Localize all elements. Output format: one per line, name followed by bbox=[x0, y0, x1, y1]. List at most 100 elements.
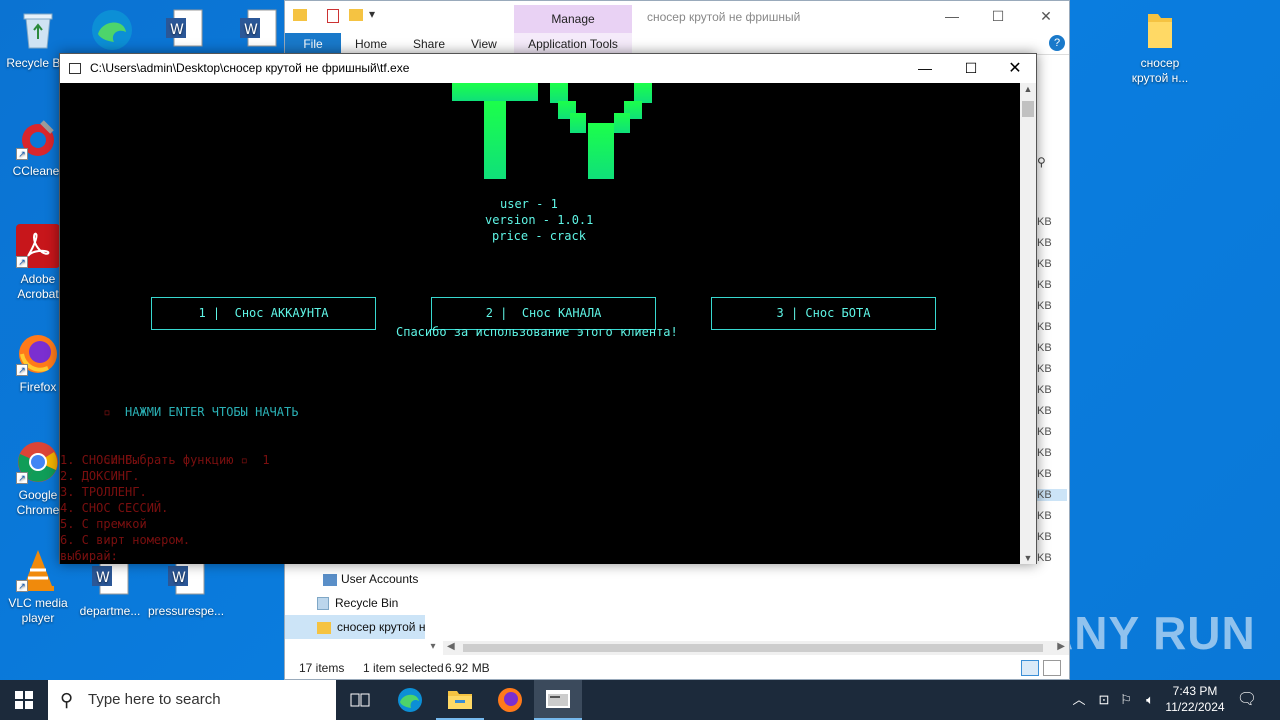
size-cell: KB bbox=[1037, 510, 1052, 522]
tab-view[interactable]: View bbox=[471, 33, 497, 55]
task-view-icon bbox=[350, 693, 370, 707]
customize-quick-access-icon[interactable]: ▾ bbox=[369, 7, 375, 21]
info-version: version - 1.0.1 bbox=[485, 213, 594, 227]
taskbar-edge[interactable] bbox=[386, 680, 434, 720]
enter-prompt: НАЖМИ ENTER ЧТОБЫ НАЧАТЬ bbox=[125, 405, 299, 419]
large-icons-view-icon[interactable] bbox=[1043, 660, 1061, 676]
size-cell: KB bbox=[1037, 552, 1052, 564]
taskbar: ⚲ Type here to search ︿ ⊡ ⚐ 🔈︎ 7:43 PM 1… bbox=[0, 680, 1280, 720]
volume-icon[interactable]: 🔈︎ bbox=[1140, 680, 1160, 720]
console-output: TY user - 1 version - 1.0.1 price - crac… bbox=[60, 83, 1021, 564]
scrollbar-thumb[interactable] bbox=[463, 644, 1043, 652]
function-option: 4. СНОС СЕССИЙ. bbox=[60, 501, 169, 515]
search-icon: ⚲ bbox=[60, 690, 74, 710]
size-cell: KB bbox=[1037, 321, 1052, 333]
size-cell: KB bbox=[1037, 237, 1052, 249]
desktop-icon-department-doc[interactable]: W departme... bbox=[72, 556, 148, 619]
help-icon[interactable]: ? bbox=[1049, 35, 1065, 51]
option-box-bot: 3 | Снос БОТА bbox=[711, 297, 936, 330]
console-close-button[interactable]: ✕ bbox=[992, 54, 1038, 83]
scroll-down-button[interactable]: ▼ bbox=[1020, 553, 1036, 563]
recycle-bin-icon bbox=[317, 597, 329, 611]
info-price: price - crack bbox=[492, 229, 586, 243]
explorer-close-button[interactable]: ✕ bbox=[1023, 1, 1069, 33]
status-size: 6.92 MB bbox=[445, 661, 490, 675]
svg-text:W: W bbox=[96, 570, 110, 586]
edge-icon bbox=[90, 8, 134, 52]
properties-icon[interactable] bbox=[327, 9, 339, 23]
nav-item-user-accounts[interactable]: User Accounts bbox=[323, 567, 463, 591]
console-scrollbar[interactable]: ▲ ▼ bbox=[1020, 83, 1036, 564]
new-folder-icon[interactable] bbox=[349, 9, 363, 21]
adobe-acrobat-icon: ↗ bbox=[16, 224, 60, 268]
desktop-icon-edge[interactable] bbox=[74, 8, 150, 56]
thanks-message: Спасибо за использование этого клиента! bbox=[396, 325, 678, 339]
edge-icon bbox=[398, 688, 422, 712]
size-cell: KB bbox=[1037, 279, 1052, 291]
size-cell: KB bbox=[1037, 447, 1052, 459]
function-option: 1. СНОСИНГ. bbox=[60, 453, 140, 467]
tab-home[interactable]: Home bbox=[355, 33, 387, 55]
navigation-pane: User Accounts Recycle Bin сносер крутой … bbox=[285, 561, 425, 649]
scroll-left-button[interactable]: ◀ bbox=[447, 641, 455, 652]
notifications-icon[interactable]: 🗨︎ bbox=[1234, 680, 1260, 720]
firefox-icon bbox=[498, 688, 522, 712]
recycle-bin-icon bbox=[16, 8, 60, 52]
tab-share[interactable]: Share bbox=[413, 33, 445, 55]
network-status-icon[interactable]: ⊡ bbox=[1094, 680, 1114, 720]
tab-application-tools[interactable]: Application Tools bbox=[514, 33, 632, 55]
anyrun-watermark: ANY RUN bbox=[1040, 607, 1256, 659]
word-document-icon: W bbox=[162, 8, 206, 52]
taskbar-search-box[interactable]: ⚲ Type here to search bbox=[48, 680, 336, 720]
console-minimize-button[interactable]: — bbox=[902, 54, 948, 83]
enter-prompt-row: ▫ НАЖМИ ENTER ЧТОБЫ НАЧАТЬ bbox=[60, 388, 298, 436]
explorer-title-bar: ▾ Manage сносер крутой не фришный — ☐ ✕ bbox=[285, 1, 1069, 33]
function-option: 5. С премкой bbox=[60, 517, 147, 531]
scrollbar-thumb[interactable] bbox=[1022, 101, 1034, 117]
shortcut-arrow-icon: ↗ bbox=[16, 256, 28, 268]
info-user: user - 1 bbox=[500, 197, 558, 211]
size-cell: KB bbox=[1037, 258, 1052, 270]
nav-item-recycle-bin[interactable]: Recycle Bin bbox=[317, 591, 457, 615]
folder-icon bbox=[1138, 8, 1182, 52]
horizontal-scrollbar[interactable]: ◀ ▶ bbox=[443, 641, 1069, 655]
tab-file[interactable]: File bbox=[285, 33, 341, 55]
network-icon[interactable]: ⚐ bbox=[1116, 680, 1136, 720]
user-accounts-icon bbox=[323, 573, 337, 586]
choose-prompt: выбирай: bbox=[60, 549, 118, 563]
desktop-icon-label: pressurespe... bbox=[148, 604, 225, 618]
desktop-icon-word-doc[interactable]: W bbox=[146, 8, 222, 56]
details-view-icon[interactable] bbox=[1021, 660, 1039, 676]
explorer-maximize-button[interactable]: ☐ bbox=[975, 1, 1021, 33]
start-button[interactable] bbox=[0, 680, 48, 720]
task-view-button[interactable] bbox=[336, 680, 384, 720]
desktop-icon-pressure-doc[interactable]: W pressurespe... bbox=[148, 556, 224, 619]
status-bar: 17 items 1 item selected 6.92 MB bbox=[285, 657, 1069, 679]
show-hidden-icons-button[interactable]: ︿ bbox=[1070, 680, 1088, 720]
desktop-icon-folder[interactable]: сносер крутой н... bbox=[1122, 8, 1198, 86]
quick-access-folder-icon[interactable] bbox=[293, 9, 307, 21]
shortcut-arrow-icon: ↗ bbox=[16, 148, 28, 160]
scroll-right-button[interactable]: ▶ bbox=[1057, 641, 1065, 652]
console-maximize-button[interactable]: ☐ bbox=[948, 54, 994, 83]
explorer-minimize-button[interactable]: — bbox=[929, 1, 975, 33]
firefox-icon: ↗ bbox=[16, 332, 60, 376]
nav-item-folder-selected[interactable]: сносер крутой н bbox=[285, 615, 425, 639]
size-cell: KB bbox=[1037, 426, 1052, 438]
scroll-up-button[interactable]: ▲ bbox=[1020, 84, 1036, 94]
svg-text:W: W bbox=[170, 22, 184, 38]
taskbar-firefox[interactable] bbox=[486, 680, 534, 720]
bullet-icon: ▫ bbox=[103, 405, 111, 419]
manage-tab[interactable]: Manage bbox=[514, 5, 632, 33]
taskbar-file-explorer[interactable] bbox=[436, 680, 484, 720]
chrome-icon: ↗ bbox=[16, 440, 60, 484]
clock[interactable]: 7:43 PM 11/22/2024 bbox=[1164, 680, 1226, 720]
taskbar-console-app[interactable] bbox=[534, 680, 582, 720]
shortcut-arrow-icon: ↗ bbox=[16, 364, 28, 376]
size-cell: KB bbox=[1037, 216, 1052, 228]
console-title-bar[interactable]: C:\Users\admin\Desktop\сносер крутой не … bbox=[60, 54, 1036, 83]
clock-time: 7:43 PM bbox=[1172, 684, 1218, 698]
search-icon[interactable]: ⚲ bbox=[1037, 155, 1046, 169]
ccleaner-icon: ↗ bbox=[16, 116, 60, 160]
nav-pane-scroll-down[interactable]: ▾ bbox=[425, 641, 441, 655]
